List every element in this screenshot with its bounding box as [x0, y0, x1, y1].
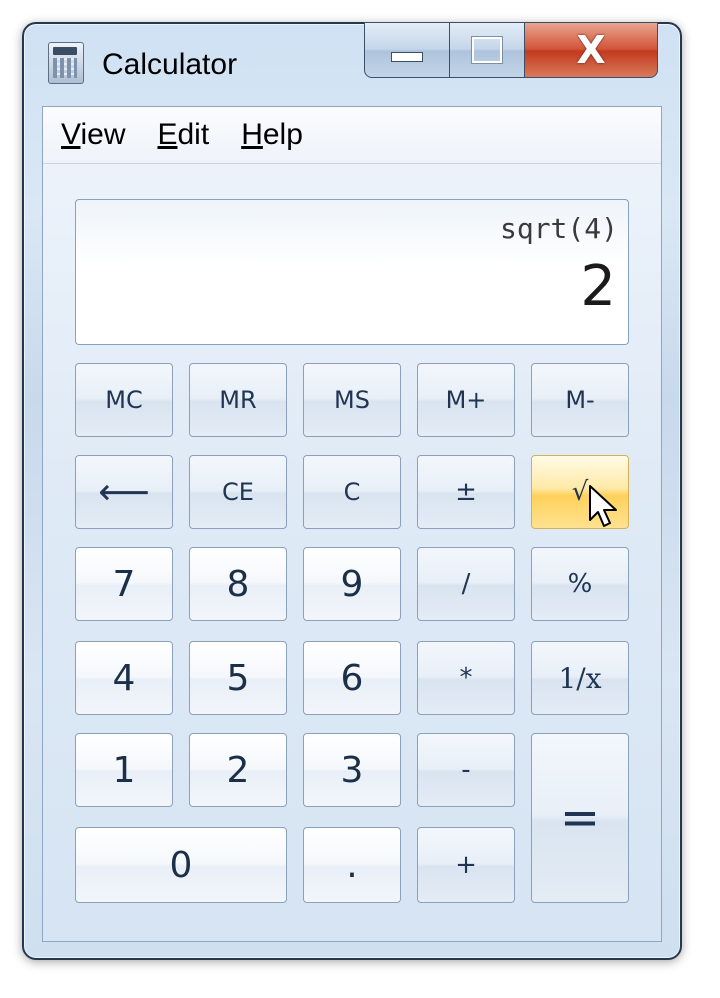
add-button[interactable]: + — [417, 827, 515, 903]
backspace-button[interactable]: ⟵ — [75, 455, 173, 529]
backspace-arrow-icon: ⟵ — [98, 471, 150, 513]
mouse-pointer-icon — [589, 485, 617, 527]
minimize-button[interactable] — [364, 22, 450, 78]
ms-button[interactable]: MS — [303, 363, 401, 437]
result-value: 2 — [580, 254, 616, 319]
digit-5-button[interactable]: 5 — [189, 641, 287, 715]
digit-0-button[interactable]: 0 — [75, 827, 287, 903]
minimize-icon — [391, 52, 423, 62]
menu-help[interactable]: Help — [241, 118, 303, 152]
mr-button[interactable]: MR — [189, 363, 287, 437]
digit-2-button[interactable]: 2 — [189, 733, 287, 807]
c-button[interactable]: C — [303, 455, 401, 529]
m-plus-button[interactable]: M+ — [417, 363, 515, 437]
calculator-window: Calculator X View Edit Help sqrt(4) 2 MC… — [22, 22, 682, 960]
digit-7-button[interactable]: 7 — [75, 547, 173, 621]
close-icon: X — [576, 28, 606, 72]
menu-bar: View Edit Help — [43, 107, 661, 164]
maximize-button[interactable] — [450, 22, 525, 78]
menu-view[interactable]: View — [61, 118, 125, 152]
ce-button[interactable]: CE — [189, 455, 287, 529]
client-area: View Edit Help sqrt(4) 2 MC MR MS M+ M- … — [42, 106, 662, 942]
negate-button[interactable]: ± — [417, 455, 515, 529]
decimal-button[interactable]: . — [303, 827, 401, 903]
subtract-button[interactable]: - — [417, 733, 515, 807]
digit-1-button[interactable]: 1 — [75, 733, 173, 807]
digit-8-button[interactable]: 8 — [189, 547, 287, 621]
digit-4-button[interactable]: 4 — [75, 641, 173, 715]
close-button[interactable]: X — [525, 22, 658, 78]
calculator-display: sqrt(4) 2 — [75, 199, 629, 345]
caption-buttons: X — [364, 22, 658, 78]
divide-button[interactable]: / — [417, 547, 515, 621]
mc-button[interactable]: MC — [75, 363, 173, 437]
maximize-icon — [471, 36, 503, 64]
digit-3-button[interactable]: 3 — [303, 733, 401, 807]
expression-history: sqrt(4) — [499, 212, 618, 245]
calculator-app-icon[interactable] — [48, 42, 84, 84]
menu-edit[interactable]: Edit — [157, 118, 209, 152]
digit-9-button[interactable]: 9 — [303, 547, 401, 621]
multiply-button[interactable]: * — [417, 641, 515, 715]
m-minus-button[interactable]: M- — [531, 363, 629, 437]
window-title: Calculator — [102, 48, 238, 81]
reciprocal-button[interactable]: 1/x — [531, 641, 629, 715]
percent-button[interactable]: % — [531, 547, 629, 621]
digit-6-button[interactable]: 6 — [303, 641, 401, 715]
equals-button[interactable]: = — [531, 733, 629, 903]
